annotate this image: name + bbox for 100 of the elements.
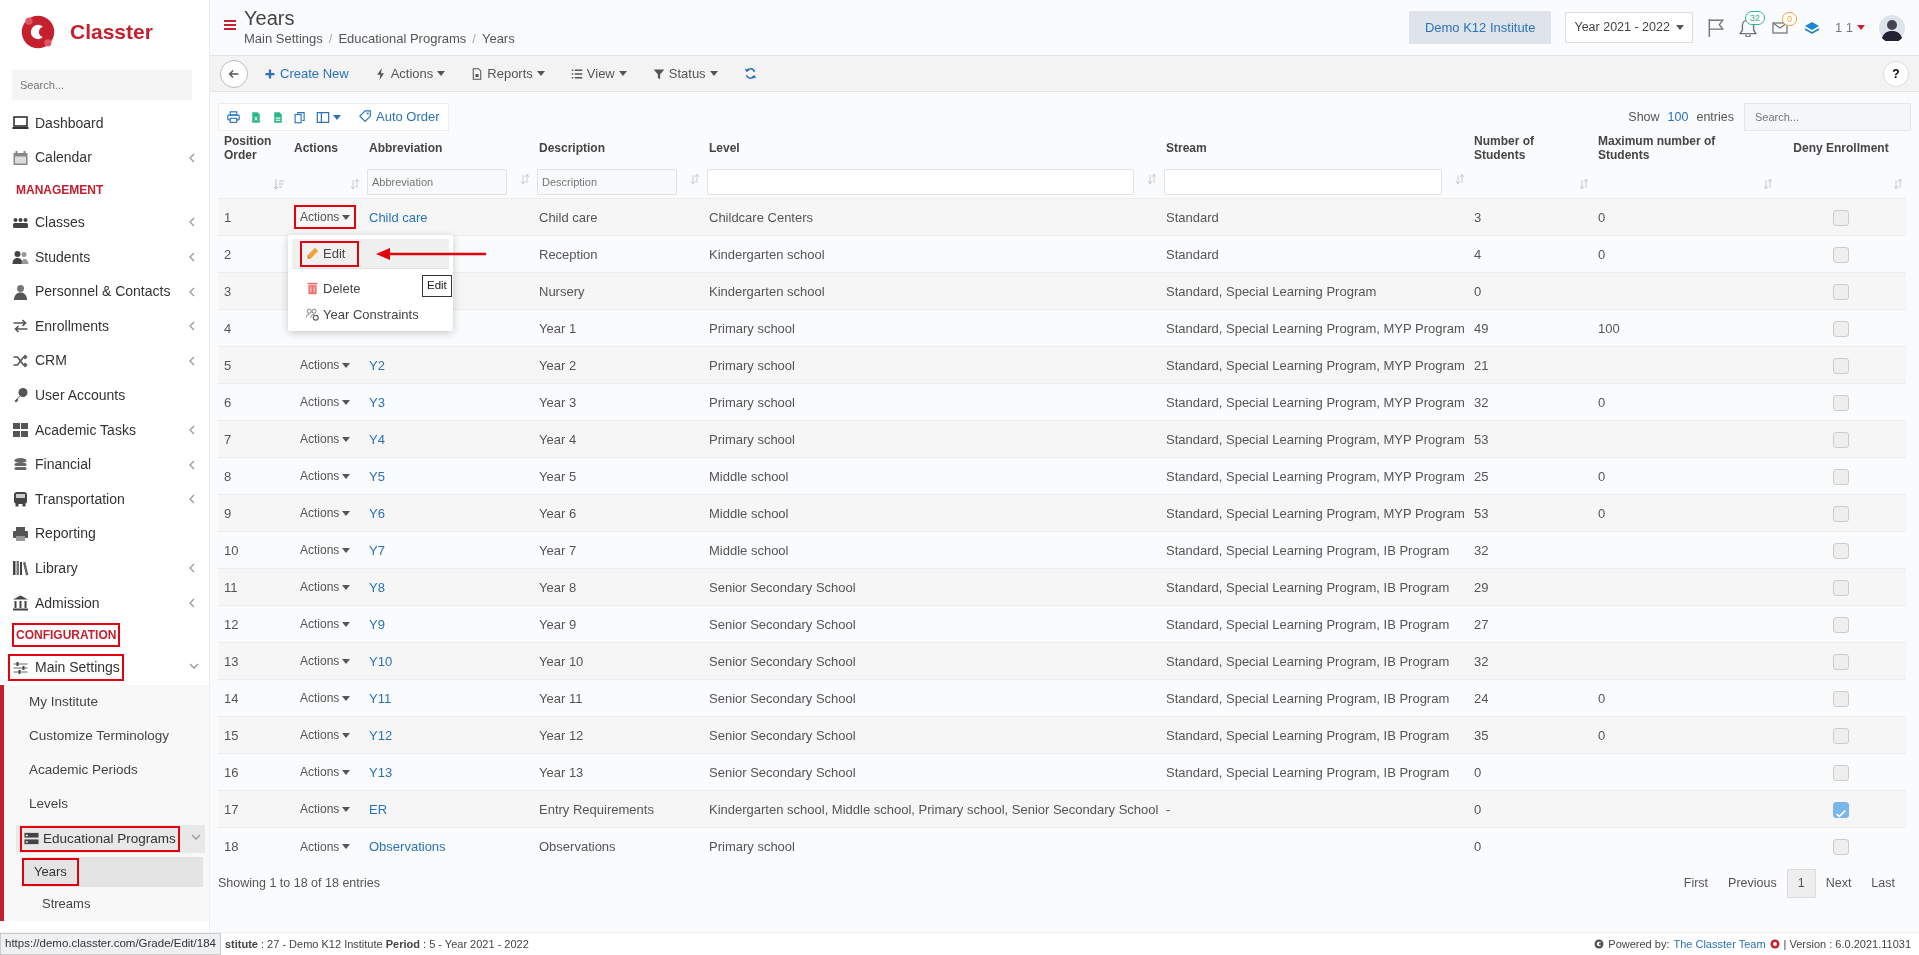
sidebar-item[interactable]: CRM	[8, 347, 71, 375]
toolbar-button[interactable]: Status	[642, 59, 728, 88]
sidebar-item[interactable]: Financial	[8, 451, 96, 479]
abbreviation-link[interactable]: ER	[369, 801, 388, 817]
team-link[interactable]: The Classter Team	[1673, 935, 1766, 953]
institute-button[interactable]: Demo K12 Institute	[1408, 10, 1552, 45]
actions-dropdown[interactable]: Actions	[294, 353, 357, 378]
checkbox[interactable]	[1833, 506, 1849, 523]
sidebar-subitem[interactable]: Academic Periods	[29, 759, 138, 781]
sidebar-item[interactable]: Reporting	[8, 520, 100, 548]
column-header[interactable]: Maximum number of Students	[1598, 134, 1738, 163]
column-header[interactable]: Deny Enrollment	[1782, 141, 1900, 156]
sidebar-item[interactable]: Academic Tasks	[8, 416, 140, 444]
abbreviation-link[interactable]: Y11	[369, 690, 392, 706]
copy-button[interactable]	[294, 110, 306, 124]
checkbox[interactable]	[1833, 728, 1849, 745]
toolbar-button[interactable]: Reports	[461, 59, 555, 88]
checkbox[interactable]	[1833, 580, 1849, 597]
menu-item[interactable]: Edit	[292, 239, 449, 270]
excel-button[interactable]	[250, 110, 262, 124]
sidebar-item[interactable]: User Accounts	[8, 381, 130, 409]
abbreviation-link[interactable]: Y13	[369, 764, 393, 780]
filter-field[interactable]	[1164, 168, 1442, 195]
sidebar-subitem[interactable]: My Institute	[29, 691, 99, 713]
actions-dropdown[interactable]: Actions	[294, 501, 357, 526]
column-header[interactable]: Level	[709, 141, 1154, 156]
sidebar-item[interactable]: Personnel & Contacts	[8, 278, 175, 306]
actions-dropdown[interactable]: Actions	[294, 612, 357, 637]
checkbox[interactable]	[1833, 284, 1849, 301]
abbreviation-link[interactable]: Y10	[369, 653, 393, 669]
breadcrumb-link[interactable]: Years	[481, 28, 515, 49]
help-button[interactable]: ?	[1883, 60, 1909, 87]
actions-dropdown[interactable]: Actions	[294, 797, 357, 822]
abbreviation-link[interactable]: Child care	[369, 209, 428, 225]
pagination-button[interactable]: Previous	[1718, 869, 1787, 897]
abbreviation-link[interactable]: Y9	[369, 616, 385, 632]
actions-dropdown[interactable]: Actions	[294, 464, 357, 489]
checkbox[interactable]	[1833, 839, 1849, 856]
sidebar-item[interactable]: Calendar	[8, 144, 96, 172]
user-menu[interactable]: 1 1	[1834, 17, 1865, 38]
column-header[interactable]: Description	[539, 141, 697, 156]
sidebar-item[interactable]: Admission	[8, 589, 104, 617]
column-header[interactable]: Number of Students	[1474, 134, 1586, 163]
checkbox[interactable]	[1833, 654, 1849, 671]
sidebar-item[interactable]: Transportation	[8, 485, 129, 513]
checkbox[interactable]	[1833, 543, 1849, 560]
checkbox[interactable]	[1833, 617, 1849, 634]
pagination-button[interactable]: Next	[1815, 869, 1862, 897]
checkbox[interactable]	[1833, 765, 1849, 782]
abbreviation-link[interactable]: Y4	[369, 431, 385, 447]
search-field[interactable]: Search...	[1744, 103, 1911, 131]
actions-dropdown[interactable]: Actions	[294, 760, 357, 785]
sidebar-item[interactable]: Students	[8, 243, 95, 271]
sidebar-subitem[interactable]: Levels	[29, 793, 69, 815]
abbreviation-link[interactable]: Y8	[369, 579, 385, 595]
filter-field[interactable]	[707, 168, 1134, 195]
toolbar-button[interactable]: View	[560, 59, 637, 88]
sidebar-item[interactable]: Dashboard	[8, 109, 108, 137]
filter-field[interactable]: Abbreviation	[367, 168, 507, 195]
actions-dropdown[interactable]: Actions	[294, 427, 357, 452]
actions-dropdown[interactable]: Actions	[294, 390, 357, 415]
search-field[interactable]: Search...	[12, 70, 192, 100]
sidebar-subitem[interactable]: Streams	[22, 888, 203, 919]
toolbar-button[interactable]: Actions	[364, 59, 456, 88]
pagination-button[interactable]: First	[1673, 869, 1719, 897]
checkbox[interactable]	[1833, 358, 1849, 375]
column-header[interactable]: Actions	[294, 141, 357, 156]
actions-dropdown[interactable]: Actions	[294, 575, 357, 600]
column-header[interactable]: Position Order	[224, 134, 282, 163]
checkbox[interactable]	[1833, 321, 1849, 338]
pagination-button[interactable]: 1	[1786, 868, 1816, 898]
abbreviation-link[interactable]: Y5	[369, 468, 385, 484]
breadcrumb-link[interactable]: Educational Programs	[338, 28, 467, 49]
actions-dropdown[interactable]: Actions	[294, 205, 357, 230]
print-button[interactable]	[227, 110, 240, 124]
pagination-button[interactable]: Last	[1861, 869, 1905, 897]
year-select[interactable]: Year 2021 - 2022	[1565, 12, 1693, 43]
abbreviation-link[interactable]: Y6	[369, 505, 385, 521]
sidebar-item[interactable]: Library	[8, 554, 82, 582]
checkbox[interactable]	[1833, 247, 1849, 264]
columns-button[interactable]	[316, 110, 341, 124]
checkbox[interactable]	[1833, 691, 1849, 708]
actions-dropdown[interactable]: Actions	[294, 538, 357, 563]
checkbox[interactable]	[1833, 432, 1849, 449]
csv-button[interactable]	[272, 110, 284, 124]
column-header[interactable]: Stream	[1166, 141, 1462, 156]
toolbar-button[interactable]: Create New	[254, 59, 359, 88]
checkbox[interactable]	[1833, 802, 1849, 819]
page-size-select[interactable]: 100	[1663, 107, 1693, 127]
column-header[interactable]: Abbreviation	[369, 141, 527, 156]
abbreviation-link[interactable]: Y3	[369, 394, 385, 410]
abbreviation-link[interactable]: Y12	[369, 727, 393, 743]
actions-dropdown[interactable]: Actions	[294, 686, 357, 711]
sidebar-item[interactable]: Main Settings	[8, 654, 124, 682]
actions-dropdown[interactable]: Actions	[294, 649, 357, 674]
sidebar-item[interactable]: Educational Programs	[16, 824, 205, 853]
filter-field[interactable]: Description	[537, 168, 677, 195]
menu-item[interactable]: Year Constraints	[292, 301, 449, 328]
sidebar-item[interactable]: Classes	[8, 209, 89, 236]
checkbox[interactable]	[1833, 469, 1849, 486]
